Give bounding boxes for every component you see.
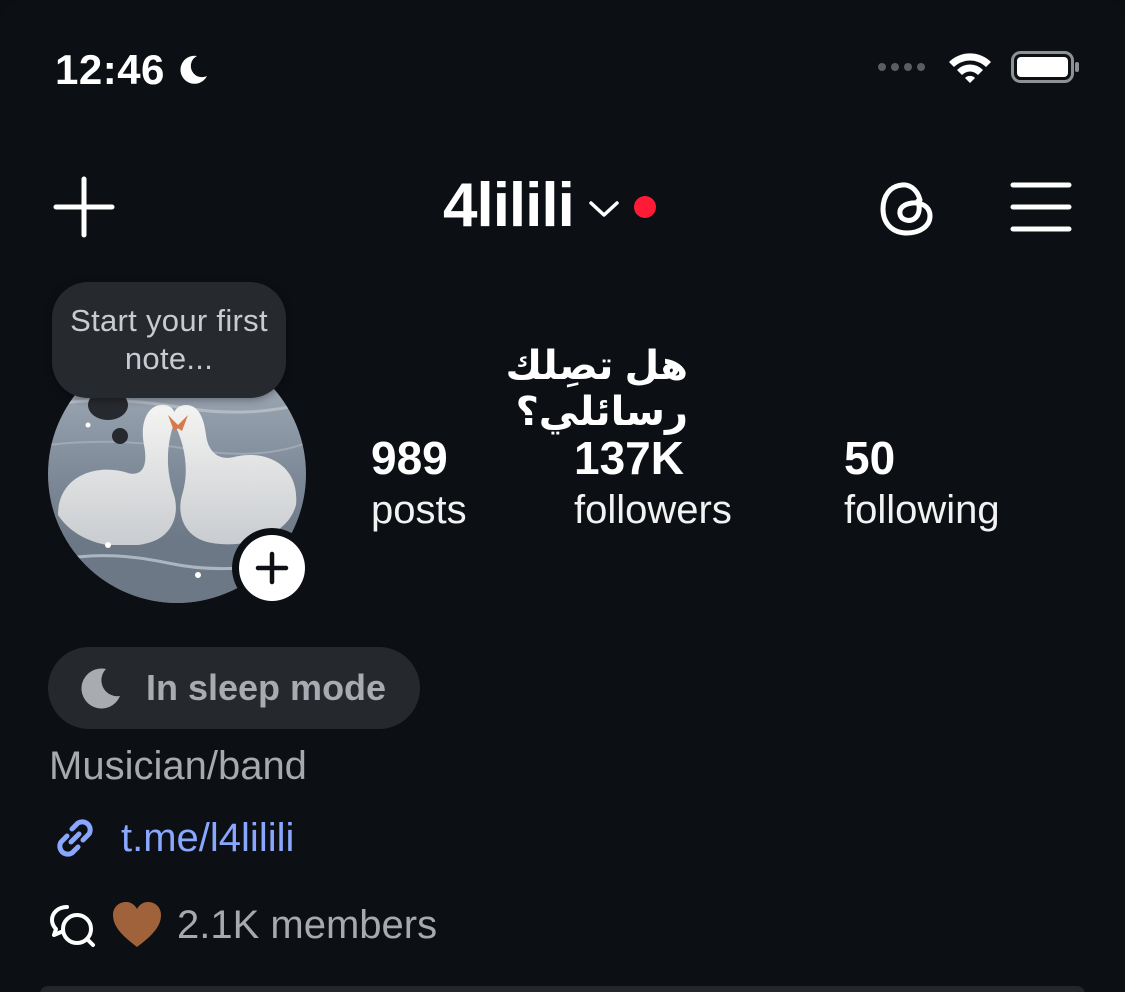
link-icon bbox=[57, 819, 93, 857]
stat-followers-label: followers bbox=[574, 488, 732, 532]
menu-icon[interactable] bbox=[1010, 180, 1072, 234]
stat-posts-value: 989 bbox=[371, 432, 448, 484]
next-section-edge bbox=[40, 986, 1085, 992]
note-text: Start your first note... bbox=[70, 303, 268, 376]
stat-following-label: following bbox=[844, 488, 1000, 532]
status-indicators bbox=[878, 50, 1081, 84]
stat-posts[interactable]: 989 posts bbox=[371, 432, 467, 536]
chevron-down-icon bbox=[589, 200, 619, 217]
channel-members[interactable]: 2.1K members bbox=[49, 900, 437, 950]
profile-category: Musician/band bbox=[49, 744, 307, 788]
stat-following-value: 50 bbox=[844, 432, 896, 484]
add-icon bbox=[255, 551, 289, 585]
profile-link[interactable]: t.me/l4lilili bbox=[49, 812, 294, 864]
create-plus-icon[interactable] bbox=[52, 175, 116, 239]
notification-dot bbox=[633, 195, 656, 218]
add-story-button[interactable] bbox=[232, 528, 312, 608]
stat-followers-value: 137K bbox=[574, 432, 684, 484]
sleep-mode-badge[interactable]: In sleep mode bbox=[48, 647, 420, 729]
sleep-moon-icon bbox=[81, 668, 120, 709]
stat-posts-label: posts bbox=[371, 488, 467, 532]
stat-followers[interactable]: 137K followers bbox=[574, 432, 732, 536]
chat-icon bbox=[50, 905, 95, 947]
status-time-text: 12:46 bbox=[55, 46, 165, 93]
note-bubble[interactable]: Start your first note... bbox=[52, 282, 286, 398]
account-switcher[interactable]: 4lilili bbox=[443, 170, 656, 241]
profile-link-text: t.me/l4lilili bbox=[121, 815, 295, 860]
stat-following[interactable]: 50 following bbox=[844, 432, 1000, 536]
members-count: 2.1K members bbox=[177, 902, 438, 947]
brown-heart-icon bbox=[113, 902, 161, 947]
status-time: 12:46 bbox=[55, 46, 211, 94]
sleep-mode-label: In sleep mode bbox=[146, 667, 387, 708]
username: 4lilili bbox=[443, 171, 575, 240]
wifi-icon bbox=[949, 53, 991, 83]
threads-icon[interactable] bbox=[876, 176, 940, 240]
moon-icon bbox=[180, 55, 207, 84]
profile-display-name: هل تصِلك رسائلي؟ bbox=[505, 344, 688, 434]
note-bubble-tail-small bbox=[112, 428, 128, 444]
signal-icon bbox=[878, 63, 925, 71]
battery-icon bbox=[1011, 51, 1079, 83]
profile-screen: 12:46 4lilili Start your first note... ه… bbox=[0, 0, 1125, 992]
